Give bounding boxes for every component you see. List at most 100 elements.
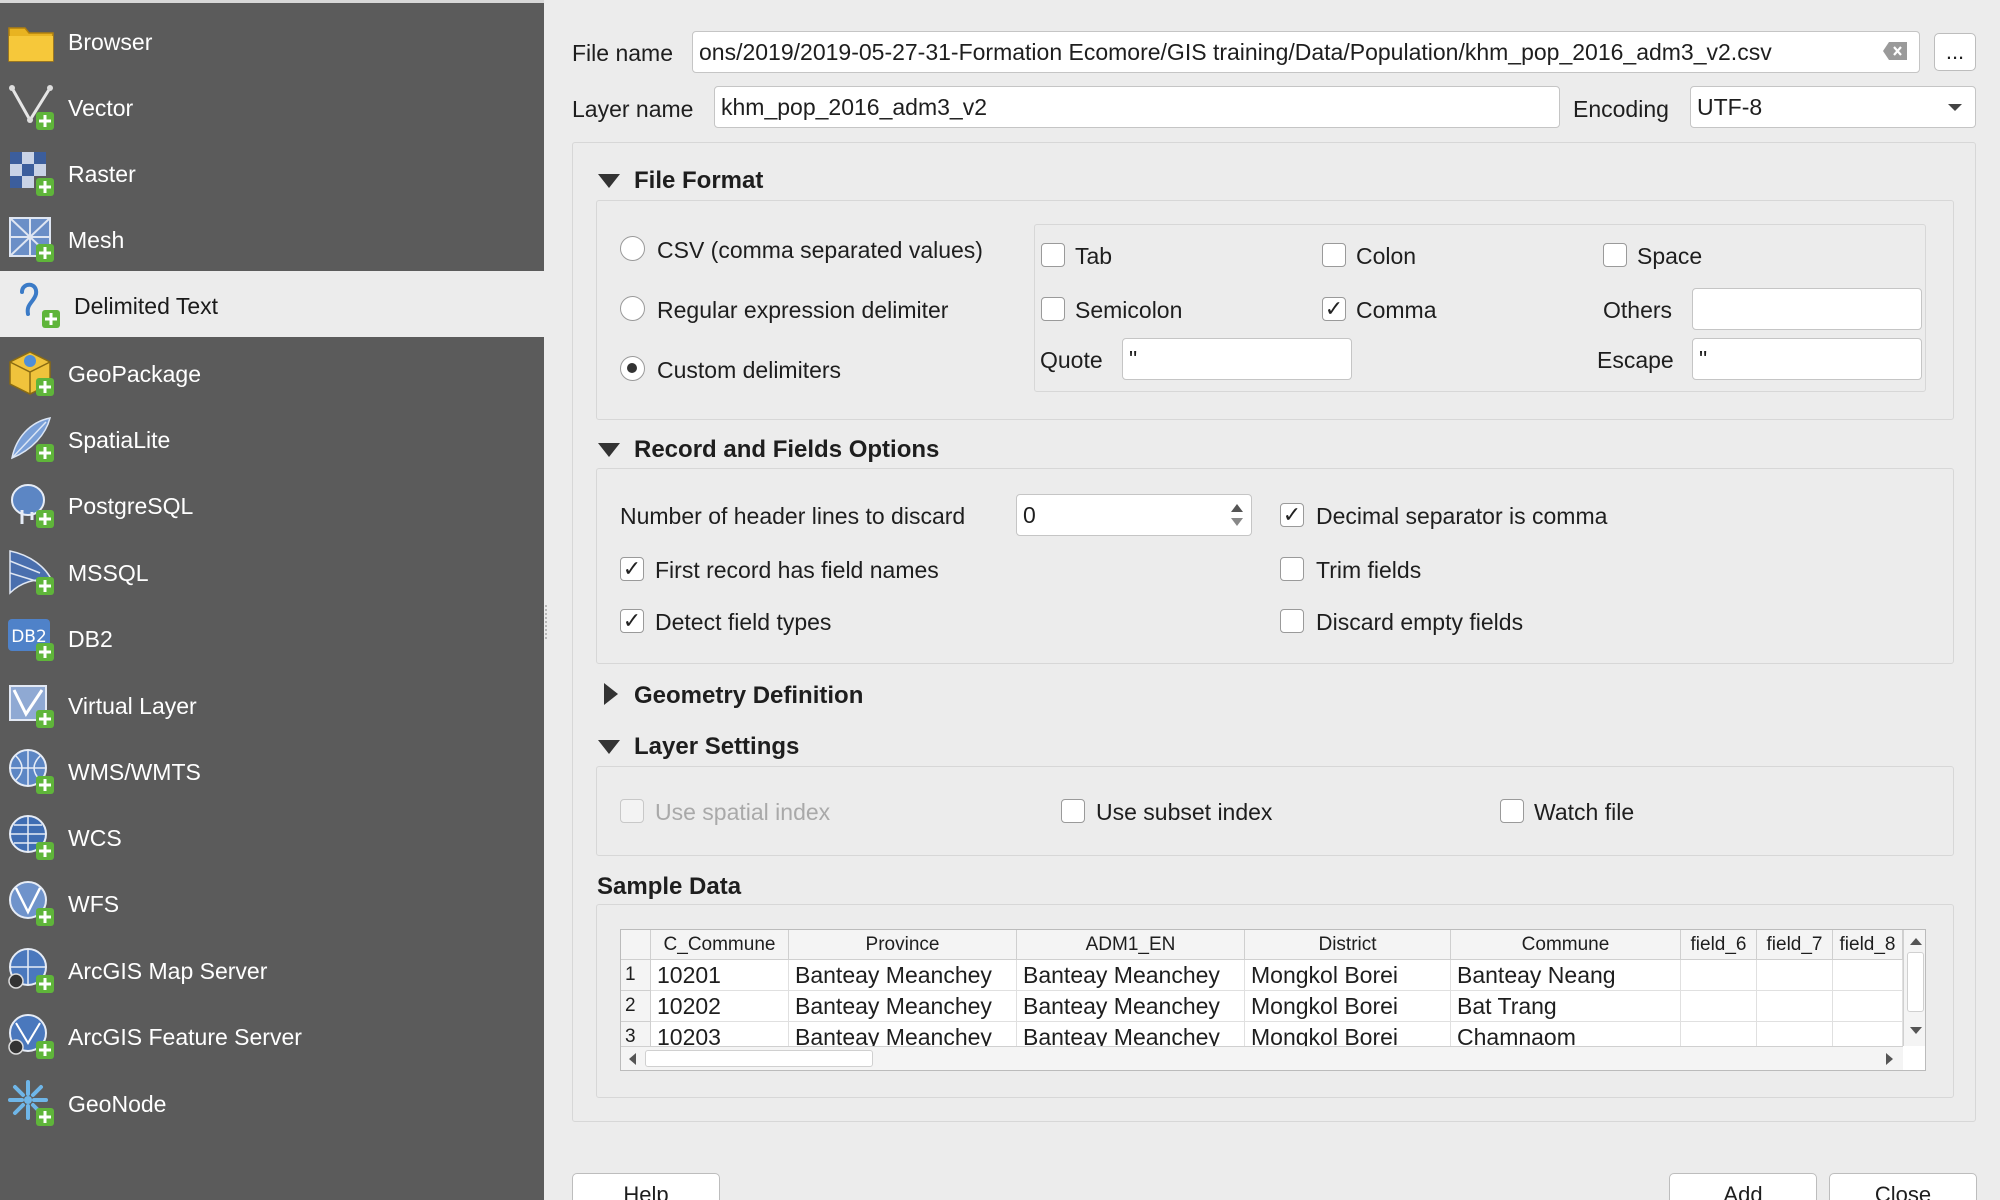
column-header[interactable]: District — [1245, 930, 1451, 960]
table-cell: Banteay Meanchey — [789, 960, 1017, 991]
help-button[interactable]: Help — [572, 1173, 720, 1200]
collapse-records-icon[interactable] — [598, 443, 620, 457]
detect-types-checkbox[interactable]: ✓ — [620, 609, 644, 633]
trim-fields-checkbox[interactable] — [1280, 557, 1304, 581]
sidebar-item-geonode[interactable]: GeoNode — [0, 1069, 544, 1135]
decimal-comma-checkbox[interactable]: ✓ — [1280, 503, 1304, 527]
sidebar-item-db2[interactable]: DB2 DB2 — [0, 604, 544, 670]
semicolon-label: Semicolon — [1075, 297, 1183, 323]
others-input[interactable] — [1692, 288, 1922, 330]
quote-input[interactable]: " — [1122, 338, 1352, 380]
csv-radio[interactable] — [620, 236, 645, 261]
semicolon-checkbox[interactable] — [1041, 297, 1065, 321]
custom-delimiters-radio-label: Custom delimiters — [657, 357, 842, 383]
clear-input-icon[interactable] — [1882, 41, 1908, 61]
horizontal-scroll-thumb[interactable] — [645, 1050, 873, 1067]
collapse-file-format-icon[interactable] — [598, 174, 620, 188]
sidebar-item-raster[interactable]: Raster — [0, 139, 544, 205]
sidebar-item-label: SpatiaLite — [68, 427, 171, 453]
encoding-select[interactable]: UTF-8 — [1690, 86, 1976, 128]
spinbox-arrows-icon[interactable] — [1229, 501, 1245, 529]
column-header[interactable]: ADM1_EN — [1017, 930, 1245, 960]
column-header[interactable]: field_8 — [1833, 930, 1903, 960]
escape-label: Escape — [1597, 347, 1674, 373]
layer-name-value: khm_pop_2016_adm3_v2 — [721, 93, 987, 120]
sidebar-item-arcgis-feature-server[interactable]: ArcGIS Feature Server — [0, 1002, 544, 1068]
others-label: Others — [1603, 297, 1673, 323]
vertical-scroll-thumb[interactable] — [1907, 952, 1924, 1012]
sidebar-item-label: Mesh — [68, 227, 125, 253]
collapse-layer-settings-icon[interactable] — [598, 740, 620, 754]
sidebar-item-virtual-layer[interactable]: Virtual Layer — [0, 671, 544, 737]
row-number: 2 — [621, 991, 651, 1022]
table-cell — [1681, 991, 1757, 1022]
sidebar-item-vector[interactable]: Vector — [0, 73, 544, 139]
geometry-title[interactable]: Geometry Definition — [634, 682, 863, 710]
table-cell: Banteay Meanchey — [1017, 960, 1245, 991]
sidebar-item-wcs[interactable]: WCS — [0, 803, 544, 869]
regex-radio[interactable] — [620, 296, 645, 321]
source-sidebar: Browser Vector Raster Mesh Delimited Tex… — [0, 0, 544, 1200]
sidebar-item-mesh[interactable]: Mesh — [0, 205, 544, 271]
sidebar-item-geopackage[interactable]: GeoPackage — [0, 339, 544, 405]
scroll-left-icon[interactable] — [627, 1052, 637, 1066]
file-name-label: File name — [572, 40, 673, 66]
table-cell: 10202 — [651, 991, 789, 1022]
column-header[interactable]: Commune — [1451, 930, 1681, 960]
comma-checkbox[interactable]: ✓ — [1322, 297, 1346, 321]
expand-geometry-icon[interactable] — [604, 683, 618, 705]
splitter-handle[interactable] — [545, 605, 549, 639]
layer-name-input[interactable]: khm_pop_2016_adm3_v2 — [714, 86, 1560, 128]
tab-checkbox[interactable] — [1041, 243, 1065, 267]
custom-delimiters-radio[interactable] — [620, 356, 645, 381]
sidebar-item-browser[interactable]: Browser — [0, 7, 544, 73]
layer-settings-title[interactable]: Layer Settings — [634, 733, 799, 761]
sidebar-item-label: WFS — [68, 891, 120, 917]
records-title[interactable]: Record and Fields Options — [634, 436, 939, 464]
discard-empty-checkbox[interactable] — [1280, 609, 1304, 633]
horizontal-scrollbar[interactable] — [621, 1046, 1903, 1070]
watch-file-checkbox[interactable] — [1500, 799, 1524, 823]
scroll-right-icon[interactable] — [1885, 1052, 1895, 1066]
column-header[interactable]: field_6 — [1681, 930, 1757, 960]
sidebar-item-label: WMS/WMTS — [68, 759, 201, 785]
browse-button[interactable]: ... — [1934, 33, 1976, 71]
scroll-down-icon[interactable] — [1909, 1026, 1923, 1036]
add-button[interactable]: Add — [1669, 1173, 1817, 1200]
first-record-label: First record has field names — [655, 557, 939, 583]
close-button[interactable]: Close — [1829, 1173, 1977, 1200]
sidebar-item-wfs[interactable]: WFS — [0, 869, 544, 935]
sidebar-item-label: ArcGIS Map Server — [68, 958, 268, 984]
sidebar-item-mssql[interactable]: MSSQL — [0, 538, 544, 604]
subset-index-checkbox[interactable] — [1061, 799, 1085, 823]
wms-add-icon — [9, 749, 54, 794]
sidebar-item-delimited-text[interactable]: Delimited Text — [0, 271, 544, 337]
column-header[interactable]: Province — [789, 930, 1017, 960]
column-header[interactable]: field_7 — [1757, 930, 1833, 960]
sample-data-table[interactable]: C_Commune Province ADM1_EN District Comm… — [620, 929, 1926, 1071]
escape-input[interactable]: " — [1692, 338, 1922, 380]
sidebar-item-label: GeoPackage — [68, 361, 201, 387]
header-lines-spinbox[interactable]: 0 — [1016, 494, 1252, 536]
space-label: Space — [1637, 243, 1703, 269]
arcgis-map-add-icon — [8, 948, 54, 993]
sidebar-item-postgresql[interactable]: PostgreSQL — [0, 471, 544, 537]
file-format-title[interactable]: File Format — [634, 167, 763, 195]
column-header[interactable]: C_Commune — [651, 930, 789, 960]
colon-checkbox[interactable] — [1322, 243, 1346, 267]
file-name-input[interactable]: ons/2019/2019-05-27-31-Formation Ecomore… — [692, 31, 1920, 73]
space-checkbox[interactable] — [1603, 243, 1627, 267]
scroll-up-icon[interactable] — [1909, 936, 1923, 946]
spatial-index-checkbox[interactable] — [620, 799, 644, 823]
sidebar-item-arcgis-map-server[interactable]: ArcGIS Map Server — [0, 936, 544, 1002]
sidebar-item-wms[interactable]: WMS/WMTS — [0, 737, 544, 803]
spatialite-add-icon — [10, 417, 54, 462]
vertical-scrollbar[interactable] — [1903, 930, 1925, 1046]
virtual-layer-add-icon — [9, 685, 54, 728]
table-cell: Mongkol Borei — [1245, 991, 1451, 1022]
sidebar-item-spatialite[interactable]: SpatiaLite — [0, 405, 544, 471]
sidebar-item-label: GeoNode — [68, 1091, 167, 1117]
tab-label: Tab — [1075, 243, 1113, 269]
first-record-checkbox[interactable]: ✓ — [620, 557, 644, 581]
sidebar-item-label: MSSQL — [68, 560, 149, 586]
